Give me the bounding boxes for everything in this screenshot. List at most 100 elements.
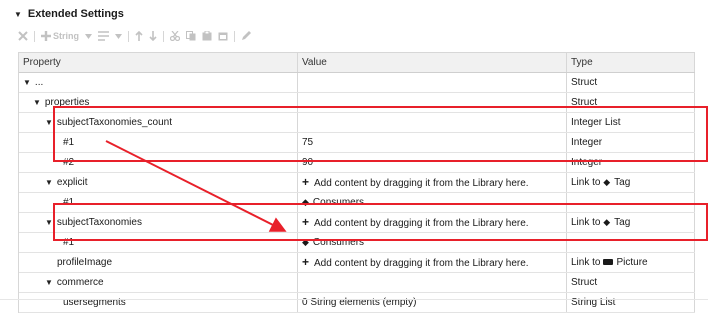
section-header[interactable]: ▼ Extended Settings [14,6,124,22]
property-type-label: String [53,31,79,41]
property-cell[interactable]: #1 [19,133,298,152]
column-header-property[interactable]: Property [19,53,298,72]
list-icon [98,31,109,41]
arrow-down-icon [149,31,157,41]
table-row[interactable]: ▼ subjectTaxonomies + Add content by draggi… [19,213,695,233]
table-row[interactable]: ▼... Struct [19,73,695,93]
column-header-type[interactable]: Type [567,53,695,72]
property-name: commerce [56,277,104,288]
expand-caret-icon[interactable]: ▼ [45,178,53,187]
paste-button[interactable] [202,31,212,41]
property-cell[interactable]: #2 [19,153,298,172]
property-name: ... [34,77,44,88]
type-cell: String List [567,293,695,312]
value-cell[interactable]: 75 [298,133,567,152]
type-text: Struct [571,97,598,108]
value-cell[interactable] [298,113,567,132]
table-row[interactable]: #1 ◆ Consumers [19,233,695,253]
copy-button[interactable] [186,31,196,41]
collapse-caret-icon[interactable]: ▼ [14,10,22,19]
toolbar-divider [34,30,35,42]
table-row[interactable]: #1 ◆ Consumers [19,193,695,213]
property-cell[interactable]: ▼... [19,73,298,92]
property-cell[interactable]: ▼ explicit [19,173,298,192]
type-text: Integer List [571,117,621,128]
expand-caret-icon[interactable]: ▼ [45,278,53,287]
property-cell[interactable]: ▼ properties [19,93,298,112]
property-name: subjectTaxonomies_count [56,117,172,128]
edit-button[interactable] [241,31,251,41]
value-cell[interactable]: + Add content by dragging it from the Lib… [298,213,567,232]
value-text: Consumers [312,197,365,208]
property-cell[interactable]: #1 [19,193,298,212]
property-cell[interactable]: ▼ commerce [19,273,298,292]
type-cell [567,233,695,252]
expand-caret-icon[interactable]: ▼ [23,78,31,87]
value-cell[interactable]: + Add content by dragging it from the Lib… [298,253,567,272]
property-name: #1 [63,237,75,248]
table-row[interactable]: #2 90 Integer [19,153,695,173]
type-cell [567,193,695,212]
list-dropdown[interactable] [115,33,122,39]
table-row[interactable]: ▼ explicit + Add content by dragging it fro… [19,173,695,193]
add-property-button[interactable]: String [41,31,79,41]
toolbar-divider [128,30,129,42]
property-cell[interactable]: ▼ subjectTaxonomies [19,213,298,232]
value-cell[interactable]: ◆ Consumers [298,193,567,212]
table-row[interactable]: #1 75 Integer [19,133,695,153]
type-text: Link to [571,217,604,228]
property-cell[interactable]: usersegments [19,293,298,312]
expand-caret-icon[interactable]: ▼ [45,118,53,127]
type-cell: Link to Picture [567,253,695,272]
type-text: Struct [571,77,598,88]
value-cell[interactable] [298,93,567,112]
link-type-name: Picture [616,257,648,268]
table-row[interactable]: ▼ subjectTaxonomies_count Integer List [19,113,695,133]
column-header-value[interactable]: Value [298,53,567,72]
property-cell[interactable]: profileImage [19,253,298,272]
value-cell[interactable] [298,273,567,292]
value-cell[interactable]: 0 String elements (empty) [298,293,567,312]
property-cell[interactable]: #1 [19,233,298,252]
type-cell: Integer [567,153,695,172]
delete-icon [18,31,28,41]
tag-icon: ◆ [603,217,611,227]
property-name: #2 [63,157,75,168]
type-cell: Link to ◆ Tag [567,213,695,232]
property-name: #1 [63,137,75,148]
value-cell[interactable]: + Add content by dragging it from the Lib… [298,173,567,192]
list-button[interactable] [98,31,109,41]
move-up-button[interactable] [135,31,143,41]
delete-button[interactable] [18,31,28,41]
chevron-down-icon [85,33,92,39]
arrow-up-icon [135,31,143,41]
cut-button[interactable] [170,31,180,41]
type-cell: Struct [567,93,695,112]
tag-icon: ◆ [302,197,309,207]
value-cell[interactable]: 90 [298,153,567,172]
pencil-icon [242,31,251,40]
table-row[interactable]: ▼ commerce Struct [19,273,695,293]
value-text: Add content by dragging it from the Libr… [314,218,529,229]
type-cell: Struct [567,73,695,92]
paste-special-button[interactable] [218,31,228,41]
expand-caret-icon[interactable]: ▼ [33,98,41,107]
type-cell: Link to ◆ Tag [567,173,695,192]
expand-caret-icon[interactable]: ▼ [45,218,53,227]
move-down-button[interactable] [149,31,157,41]
table-row[interactable]: usersegments 0 String elements (empty) Str… [19,293,695,313]
table-row[interactable]: profileImage + Add content by dragging it … [19,253,695,273]
type-text: Link to [571,177,604,188]
paste-icon [202,31,212,41]
property-name: #1 [63,197,75,208]
type-dropdown[interactable] [85,33,92,39]
plus-icon: + [302,215,310,229]
value-cell[interactable] [298,73,567,92]
value-text: Add content by dragging it from the Libr… [314,178,529,189]
table-row[interactable]: ▼ properties Struct [19,93,695,113]
value-text: Consumers [312,237,365,248]
property-cell[interactable]: ▼ subjectTaxonomies_count [19,113,298,132]
value-cell[interactable]: ◆ Consumers [298,233,567,252]
paste-special-icon [218,32,228,41]
property-name: explicit [56,177,88,188]
